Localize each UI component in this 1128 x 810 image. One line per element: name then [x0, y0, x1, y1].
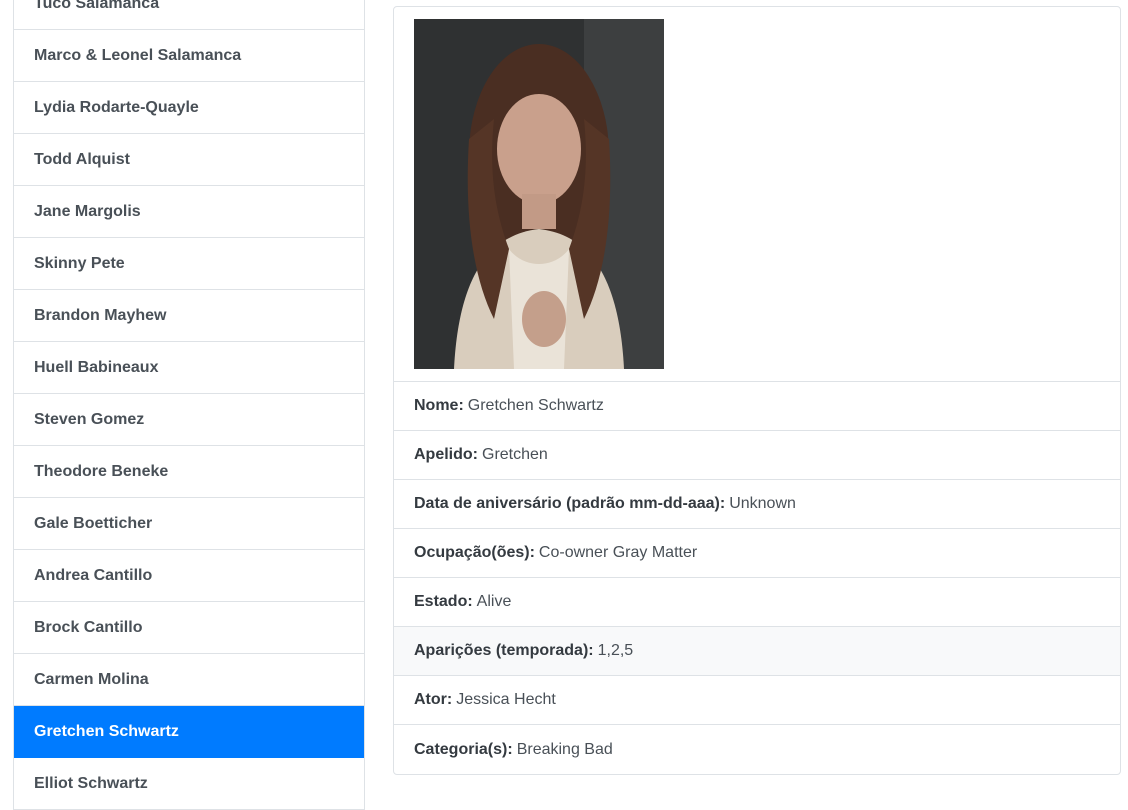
character-list-item[interactable]: Tuco Salamanca — [14, 0, 364, 30]
character-list-item[interactable]: Theodore Beneke — [14, 446, 364, 498]
character-list-item[interactable]: Gale Boetticher — [14, 498, 364, 550]
character-detail-card: Nome: Gretchen Schwartz Apelido: Gretchen … — [393, 6, 1121, 775]
detail-row-occupation: Ocupação(ões): Co-owner Gray Matter — [394, 529, 1120, 578]
detail-label: Apelido: — [414, 446, 478, 463]
detail-value: Gretchen Schwartz — [467, 397, 604, 414]
detail-label: Ocupação(ões): — [414, 544, 535, 561]
character-list-item[interactable]: Elliot Schwartz — [14, 758, 364, 810]
character-list-item[interactable]: Steven Gomez — [14, 394, 364, 446]
detail-value: Co-owner Gray Matter — [538, 544, 698, 561]
detail-label: Ator: — [414, 691, 453, 708]
detail-value: Alive — [476, 593, 512, 610]
character-list-item[interactable]: Brock Cantillo — [14, 602, 364, 654]
detail-row-nickname: Apelido: Gretchen — [394, 431, 1120, 480]
detail-label: Nome: — [414, 397, 464, 414]
detail-label: Aparições (temporada): — [414, 642, 594, 659]
detail-value: Unknown — [729, 495, 796, 512]
detail-value: Gretchen — [482, 446, 548, 463]
detail-label: Estado: — [414, 593, 473, 610]
detail-value: 1,2,5 — [597, 642, 634, 659]
detail-row-birthday: Data de aniversário (padrão mm-dd-aaa): U… — [394, 480, 1120, 529]
character-list-item[interactable]: Marco & Leonel Salamanca — [14, 30, 364, 82]
character-list-item[interactable]: Lydia Rodarte-Quayle — [14, 82, 364, 134]
detail-row-name: Nome: Gretchen Schwartz — [394, 382, 1120, 431]
character-list-item[interactable]: Andrea Cantillo — [14, 550, 364, 602]
character-list-item[interactable]: Jane Margolis — [14, 186, 364, 238]
detail-row-status: Estado: Alive — [394, 578, 1120, 627]
detail-row-category: Categoria(s): Breaking Bad — [394, 725, 1120, 774]
character-list-item[interactable]: Carmen Molina — [14, 654, 364, 706]
detail-row-actor: Ator: Jessica Hecht — [394, 676, 1120, 725]
detail-value: Jessica Hecht — [456, 691, 556, 708]
character-list: Tuco Salamanca Marco & Leonel Salamanca … — [13, 0, 365, 810]
character-list-item-selected[interactable]: Gretchen Schwartz — [14, 706, 364, 758]
character-list-item[interactable]: Brandon Mayhew — [14, 290, 364, 342]
character-photo-container — [394, 7, 1120, 382]
detail-value: Breaking Bad — [516, 740, 613, 758]
character-list-item[interactable]: Huell Babineaux — [14, 342, 364, 394]
character-list-item[interactable]: Todd Alquist — [14, 134, 364, 186]
detail-label: Data de aniversário (padrão mm-dd-aaa): — [414, 495, 726, 512]
character-list-item[interactable]: Skinny Pete — [14, 238, 364, 290]
detail-row-appearances: Aparições (temporada): 1,2,5 — [394, 627, 1120, 676]
detail-label: Categoria(s): — [414, 740, 513, 758]
character-photo — [414, 19, 664, 369]
